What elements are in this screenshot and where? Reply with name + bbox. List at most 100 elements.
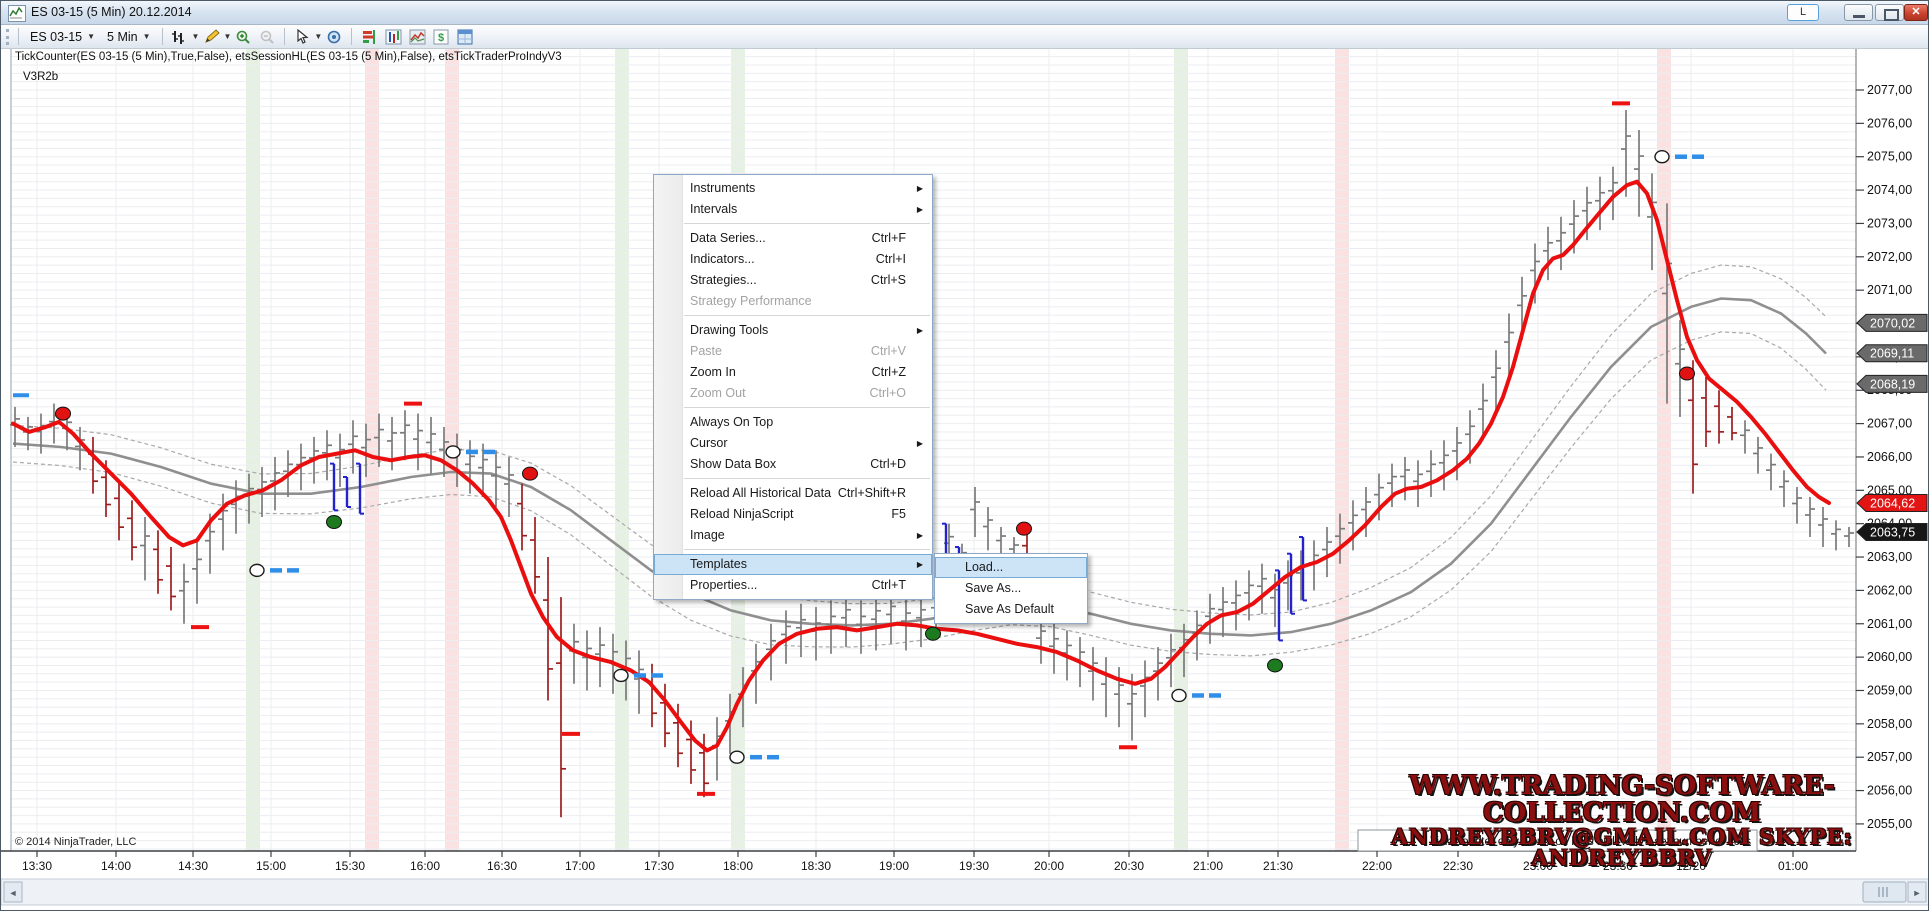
menu-item-reload-ninjascript[interactable]: Reload NinjaScriptF5 [654,504,932,525]
svg-text:2057,00: 2057,00 [1867,750,1912,764]
submenu-arrow-icon: ▶ [917,433,923,454]
menu-item-label: Paste [690,344,722,358]
menu-item-zoom-in[interactable]: Zoom InCtrl+Z [654,362,932,383]
toolbar-grip[interactable] [6,29,13,45]
menu-item-label: Properties... [690,578,757,592]
menu-item-reload-all-historical-data[interactable]: Reload All Historical Data Ctrl+Shift+R [654,483,932,504]
separator [351,28,352,45]
svg-text:2063,00: 2063,00 [1867,550,1912,564]
interval-selector[interactable]: 5 Min ▼ [101,28,157,46]
menu-item-label: Reload All Historical Data [690,486,831,500]
menu-item-shortcut: Ctrl+O [870,383,906,404]
menu-item-strategies[interactable]: Strategies... Ctrl+S [654,270,932,291]
svg-text:2061,00: 2061,00 [1867,617,1912,631]
menu-item-cursor[interactable]: Cursor ▶ [654,433,932,454]
menu-item-image[interactable]: Image▶ [654,525,932,546]
window-title: ES 03-15 (5 Min) 20.12.2014 [31,5,192,19]
mini-chart-icon[interactable] [406,27,428,47]
cursor-select-icon[interactable] [291,27,313,47]
svg-text:16:30: 16:30 [487,859,517,873]
menu-item-label: Strategies... [690,273,757,287]
svg-text:TickCounter(ES 03-15 (5 Min),T: TickCounter(ES 03-15 (5 Min),True,False)… [15,51,562,63]
svg-text:2055,00: 2055,00 [1867,817,1912,831]
menu-item-show-data-box[interactable]: Show Data BoxCtrl+D [654,454,932,475]
chart-type-icon[interactable] [382,27,404,47]
scrollbar-thumb[interactable] [1863,882,1906,902]
submenu-item-label: Save As... [965,581,1021,595]
menu-item-label: Always On Top [690,415,773,429]
watermark: WWW.TRADING-SOFTWARE-COLLECTION.COM ANDR… [1391,773,1853,869]
menu-item-label: Templates [690,557,747,571]
svg-text:20:30: 20:30 [1114,859,1144,873]
menu-item-shortcut: Ctrl+D [870,454,906,475]
chart-window: ES 03-15 (5 Min) 20.12.2014 L ✕ ES 03-15… [0,0,1929,911]
copyright-text: © 2014 NinjaTrader, LLC [15,836,136,848]
menu-item-drawing-tools[interactable]: Drawing Tools ▶ [654,320,932,341]
svg-text:17:30: 17:30 [644,859,674,873]
svg-text:2064,62: 2064,62 [1870,496,1915,510]
menu-item-shortcut: Ctrl+Shift+R [838,483,906,504]
title-bar[interactable]: ES 03-15 (5 Min) 20.12.2014 L ✕ [1,1,1928,25]
menu-item-shortcut: Ctrl+S [871,270,906,291]
menu-item-label: Zoom In [690,365,736,379]
zoom-in-icon[interactable] [232,27,254,47]
chevron-down-icon[interactable]: ▼ [223,32,231,41]
svg-text:15:00: 15:00 [256,859,286,873]
menu-item-instruments[interactable]: Instruments▶ [654,178,932,199]
submenu-item-save-as[interactable]: Save As... [935,578,1087,599]
account-dollar-icon[interactable]: $ [430,27,452,47]
menu-item-shortcut: Ctrl+V [871,341,906,362]
submenu-arrow-icon: ▶ [917,554,923,575]
chevron-down-icon: ▼ [87,32,95,41]
svg-text:19:00: 19:00 [879,859,909,873]
menu-item-strategy-performance: Strategy Performance [654,291,932,312]
menu-item-label: Instruments [690,181,755,195]
svg-text:2067,00: 2067,00 [1867,417,1912,431]
svg-text:2070,02: 2070,02 [1870,316,1915,330]
menu-separator [684,478,930,479]
svg-text:22:00: 22:00 [1362,859,1392,873]
separator [18,28,19,45]
chevron-down-icon[interactable]: ▼ [314,32,322,41]
svg-text:20:00: 20:00 [1034,859,1064,873]
menu-item-data-series[interactable]: Data Series... Ctrl+F [654,228,932,249]
svg-text:2069,11: 2069,11 [1870,347,1914,361]
menu-item-label: Intervals [690,202,737,216]
instrument-selector[interactable]: ES 03-15 ▼ [24,28,101,46]
menu-item-label: Zoom Out [690,386,746,400]
close-button[interactable]: ✕ [1904,4,1928,21]
svg-text:18:30: 18:30 [801,859,831,873]
separator [162,28,163,45]
pencil-draw-icon[interactable] [200,27,222,47]
menu-item-label: Cursor [690,436,728,450]
minimize-button[interactable] [1844,4,1873,21]
link-button[interactable]: L [1787,4,1819,21]
svg-text:2076,00: 2076,00 [1867,116,1912,130]
submenu-arrow-icon: ▶ [917,320,923,341]
global-crosshair-icon[interactable] [323,27,345,47]
bar-type-icon[interactable] [169,27,191,47]
zoom-out-icon [256,27,278,47]
svg-text:17:00: 17:00 [565,859,595,873]
data-grid-icon[interactable] [454,27,476,47]
submenu-item-save-as-default[interactable]: Save As Default [935,599,1087,620]
menu-item-shortcut: Ctrl+F [872,228,906,249]
market-depth-icon[interactable] [358,27,380,47]
menu-item-intervals[interactable]: Intervals▶ [654,199,932,220]
menu-item-indicators[interactable]: Indicators...Ctrl+I [654,249,932,270]
submenu-item-load[interactable]: Load... [935,557,1087,578]
chevron-down-icon[interactable]: ▼ [192,32,200,41]
menu-item-label: Drawing Tools [690,323,768,337]
svg-text:21:30: 21:30 [1263,859,1293,873]
maximize-button[interactable] [1875,4,1904,21]
svg-text:13:30: 13:30 [22,859,52,873]
menu-item-label: Data Series... [690,231,766,245]
menu-item-always-on-top[interactable]: Always On Top [654,412,932,433]
svg-text:2062,00: 2062,00 [1867,583,1912,597]
svg-text:2073,00: 2073,00 [1867,216,1912,230]
horizontal-scrollbar[interactable]: ◄► [1,879,1929,905]
svg-text:2066,00: 2066,00 [1867,450,1912,464]
menu-item-templates[interactable]: Templates ▶ [654,554,932,575]
menu-item-properties[interactable]: Properties...Ctrl+T [654,575,932,596]
menu-item-shortcut: Ctrl+I [876,249,906,270]
